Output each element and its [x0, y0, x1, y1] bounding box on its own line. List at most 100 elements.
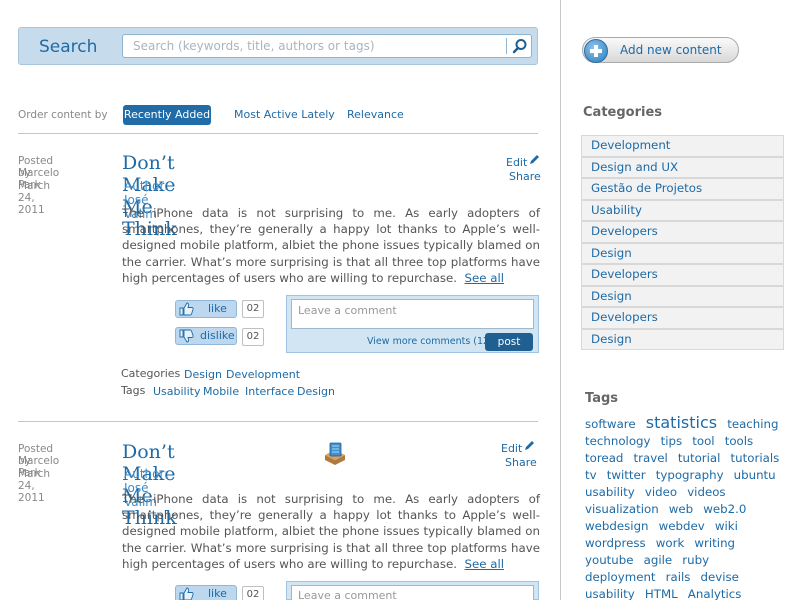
tag-link[interactable]: tutorial: [678, 451, 721, 465]
sidebar-category-item[interactable]: Gestão de Projetos: [581, 178, 784, 200]
post-date: March 24, 2011: [18, 180, 51, 216]
categories-heading: Categories: [583, 105, 663, 120]
search-box[interactable]: [122, 34, 532, 58]
pencil-icon[interactable]: [528, 154, 540, 166]
see-all-link[interactable]: See all: [465, 557, 505, 571]
tag-link[interactable]: tools: [725, 434, 753, 448]
sidebar-category-item[interactable]: Design: [581, 328, 784, 350]
divider: [18, 133, 538, 134]
tag-link[interactable]: web2.0: [703, 502, 746, 516]
dislike-count: 02: [242, 328, 264, 346]
comment-input[interactable]: Leave a comment: [291, 299, 534, 329]
tags-heading: Tags: [585, 391, 619, 406]
tag-link[interactable]: Analytics: [688, 587, 742, 600]
tag-link[interactable]: travel: [634, 451, 668, 465]
tag-link[interactable]: software: [585, 417, 636, 431]
comment-input[interactable]: Leave a comment: [291, 585, 534, 600]
plus-icon: [584, 39, 608, 63]
tag-link[interactable]: video: [645, 485, 677, 499]
tag-link[interactable]: web: [669, 502, 693, 516]
tag-link[interactable]: twitter: [607, 468, 646, 482]
sidebar-category-item[interactable]: Developers: [581, 264, 784, 286]
search-divider: [506, 38, 507, 54]
tag-link[interactable]: youtube: [585, 553, 634, 567]
thumbs-up-icon: [179, 587, 194, 600]
dislike-label: dislike: [200, 329, 235, 342]
tag-link[interactable]: devise: [701, 570, 739, 584]
tag-link[interactable]: statistics: [646, 413, 717, 432]
tag-link[interactable]: webdev: [659, 519, 705, 533]
order-recently-added-button[interactable]: Recently Added: [123, 105, 211, 125]
search-icon[interactable]: [511, 37, 529, 55]
add-new-content-label: Add new content: [620, 43, 722, 57]
comment-panel: Leave a comment: [286, 581, 539, 600]
thumbs-down-icon: [179, 329, 194, 343]
post-category-link[interactable]: Design: [184, 368, 222, 381]
view-more-comments-link[interactable]: View more comments (12): [367, 336, 493, 347]
order-most-active-button[interactable]: Most Active Lately: [234, 105, 335, 125]
sidebar-category-item[interactable]: Design: [581, 242, 784, 264]
order-by-label: Order content by: [18, 109, 108, 121]
like-count: 02: [242, 586, 264, 600]
search-input[interactable]: [123, 35, 507, 57]
sidebar-category-item[interactable]: Usability: [581, 199, 784, 221]
tag-link[interactable]: technology: [585, 434, 651, 448]
post-body: The iPhone data is not surprising to me.…: [122, 205, 540, 286]
sidebar-category-item[interactable]: Developers: [581, 307, 784, 329]
share-link[interactable]: Share: [505, 456, 537, 469]
tag-link[interactable]: usability: [585, 485, 635, 499]
tag-cloud: software statistics teaching technology …: [585, 415, 785, 600]
tag-link[interactable]: toread: [585, 451, 623, 465]
tag-link[interactable]: tutorials: [731, 451, 780, 465]
divider: [18, 421, 538, 422]
sidebar-category-item[interactable]: Development: [581, 135, 784, 157]
order-relevance-button[interactable]: Relevance: [347, 105, 404, 125]
post-tag-link[interactable]: Interface: [245, 385, 294, 398]
post-tag-link[interactable]: Usability: [153, 385, 201, 398]
tag-link[interactable]: writing: [694, 536, 735, 550]
like-button[interactable]: like: [175, 585, 237, 600]
categories-label: Categories: [121, 367, 181, 380]
sidebar-category-item[interactable]: Developers: [581, 221, 784, 243]
edit-link[interactable]: Edit: [506, 156, 527, 169]
share-link[interactable]: Share: [509, 170, 541, 183]
tag-link[interactable]: webdesign: [585, 519, 649, 533]
tag-link[interactable]: deployment: [585, 570, 656, 584]
sidebar-category-item[interactable]: Design and UX: [581, 156, 784, 178]
like-button[interactable]: like: [175, 300, 237, 318]
tag-link[interactable]: wiki: [715, 519, 738, 533]
comment-panel: Leave a comment View more comments (12) …: [286, 295, 539, 353]
pencil-icon[interactable]: [523, 440, 535, 452]
add-new-content-button[interactable]: Add new content: [582, 37, 739, 63]
tags-label: Tags: [121, 384, 146, 397]
like-label: like: [208, 587, 227, 600]
dislike-button[interactable]: dislike: [175, 327, 237, 345]
tag-link[interactable]: wordpress: [585, 536, 646, 550]
search-bar: Search: [18, 27, 538, 65]
tag-link[interactable]: ubuntu: [734, 468, 776, 482]
like-count: 02: [242, 300, 264, 318]
edit-link[interactable]: Edit: [501, 442, 522, 455]
post-category-link[interactable]: Development: [226, 368, 300, 381]
tag-link[interactable]: ruby: [682, 553, 709, 567]
tag-link[interactable]: work: [656, 536, 685, 550]
sidebar-category-item[interactable]: Design: [581, 285, 784, 307]
post-tag-link[interactable]: Design: [297, 385, 335, 398]
tag-link[interactable]: teaching: [727, 417, 778, 431]
tag-link[interactable]: typography: [656, 468, 724, 482]
tag-link[interactable]: videos: [687, 485, 725, 499]
tag-link[interactable]: tips: [661, 434, 683, 448]
thumbs-up-icon: [179, 302, 194, 316]
tag-link[interactable]: tool: [692, 434, 714, 448]
tag-link[interactable]: agile: [644, 553, 673, 567]
post-comment-button[interactable]: post: [485, 333, 533, 351]
post-tag-link[interactable]: Mobile: [203, 385, 239, 398]
search-label: Search: [39, 37, 98, 57]
like-label: like: [208, 302, 227, 315]
tag-link[interactable]: usability: [585, 587, 635, 600]
see-all-link[interactable]: See all: [465, 271, 505, 285]
tag-link[interactable]: tv: [585, 468, 597, 482]
tag-link[interactable]: visualization: [585, 502, 659, 516]
tag-link[interactable]: HTML: [645, 587, 678, 600]
tag-link[interactable]: rails: [666, 570, 691, 584]
